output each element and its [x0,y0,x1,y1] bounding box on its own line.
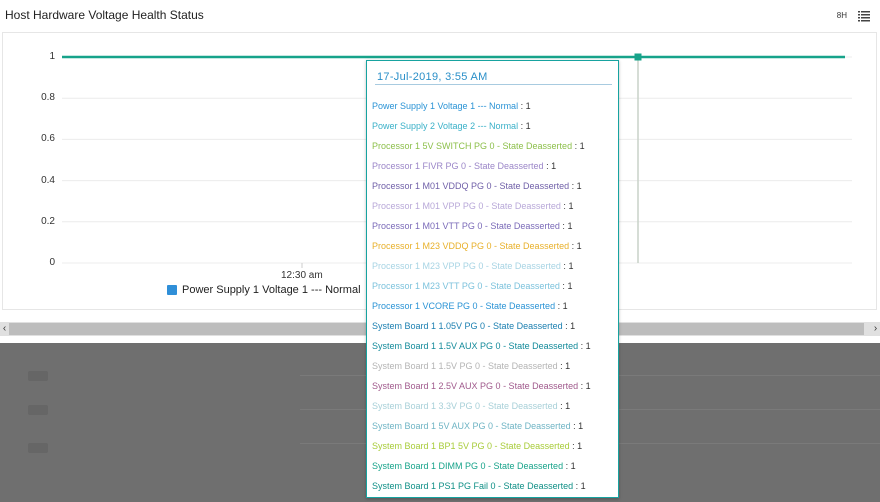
tooltip-row-value: 1 [567,221,573,231]
tooltip-row-separator: : [570,421,579,431]
tooltip-divider [375,84,612,85]
tooltip-row-separator: : [555,301,563,311]
tooltip-row-separator: : [518,101,526,111]
tooltip-row-label: System Board 1 BP1 5V PG 0 - State Deass… [372,441,570,451]
tooltip-row: Processor 1 M23 VTT PG 0 - State Deasser… [372,281,572,291]
tooltip-row-value: 1 [525,121,531,131]
tooltip-row-label: System Board 1 DIMM PG 0 - State Deasser… [372,461,564,471]
tooltip-row: System Board 1 PS1 PG Fail 0 - State Dea… [372,481,586,491]
tooltip-row-value: 1 [579,141,585,151]
tooltip-row-separator: : [578,341,586,351]
tooltip-row-value: 1 [568,261,574,271]
tooltip-row-value: 1 [585,381,591,391]
scroll-left-icon[interactable]: ‹ [0,322,9,336]
tooltip-row-value: 1 [570,321,576,331]
tooltip-row-value: 1 [551,161,557,171]
tooltip-row-value: 1 [565,361,571,371]
tooltip-row-label: Processor 1 M23 VPP PG 0 - State Deasser… [372,261,561,271]
tooltip-row-value: 1 [525,101,531,111]
tooltip-row: Processor 1 M01 VPP PG 0 - State Deasser… [372,201,573,211]
background-item [28,443,48,453]
tooltip-row-label: System Board 1 5V AUX PG 0 - State Deass… [372,421,571,431]
y-tick-label: 1 [49,51,55,62]
y-tick-label: 0 [49,257,55,268]
tooltip-row: System Board 1 3.3V PG 0 - State Deasser… [372,401,570,411]
tooltip-row: Processor 1 M01 VTT PG 0 - State Deasser… [372,221,572,231]
tooltip-row-separator: : [573,481,581,491]
tooltip-row-label: System Board 1 PS1 PG Fail 0 - State Dea… [372,481,574,491]
tooltip-row-separator: : [569,441,578,451]
y-tick-label: 0.8 [41,92,55,104]
tooltip-row-label: Processor 1 5V SWITCH PG 0 - State Deass… [372,141,573,151]
tooltip-row: System Board 1 DIMM PG 0 - State Deasser… [372,461,576,471]
tooltip-row: Processor 1 FIVR PG 0 - State Deasserted… [372,161,556,171]
tooltip-row-label: System Board 1 2.5V AUX PG 0 - State Dea… [372,381,579,391]
tooltip-row-label: System Board 1 3.3V PG 0 - State Deasser… [372,401,558,411]
tooltip-row-value: 1 [567,281,573,291]
y-tick-label: 0.4 [41,174,55,186]
tooltip-row-label: Processor 1 M23 VDDQ PG 0 - State Deasse… [372,241,570,251]
tooltip-row-label: Processor 1 M01 VTT PG 0 - State Deasser… [372,221,560,231]
x-tick-label: 12:30 am [281,270,323,281]
legend-label: Power Supply 1 Voltage 1 --- Normal [182,284,361,296]
tooltip-row-label: Processor 1 FIVR PG 0 - State Deasserted [372,161,544,171]
tooltip-row: System Board 1 BP1 5V PG 0 - State Deass… [372,441,582,451]
tooltip-row-separator: : [563,461,571,471]
scroll-right-icon[interactable]: › [871,322,880,336]
tooltip-row: System Board 1 5V AUX PG 0 - State Deass… [372,421,583,431]
tooltip-row: System Board 1 1.5V PG 0 - State Deasser… [372,361,570,371]
chart-legend[interactable]: Power Supply 1 Voltage 1 --- Normal [167,284,361,296]
tooltip-row: Power Supply 2 Voltage 2 --- Normal : 1 [372,121,531,131]
tooltip-row: System Board 1 1.05V PG 0 - State Deasse… [372,321,575,331]
tooltip-row-separator: : [518,121,526,131]
tooltip-row-value: 1 [577,441,583,451]
tooltip-row: Processor 1 M23 VPP PG 0 - State Deasser… [372,261,573,271]
background-item [28,371,48,381]
tooltip-row: Processor 1 M01 VDDQ PG 0 - State Deasse… [372,181,582,191]
legend-swatch [167,285,177,295]
tooltip-row-separator: : [543,161,552,171]
tooltip-row-value: 1 [578,421,584,431]
tooltip-row-separator: : [572,141,580,151]
tooltip-row: System Board 1 2.5V AUX PG 0 - State Dea… [372,381,591,391]
tooltip-row-value: 1 [565,401,571,411]
tooltip-row-value: 1 [562,301,568,311]
tooltip-row: Processor 1 5V SWITCH PG 0 - State Deass… [372,141,585,151]
tooltip-row-label: System Board 1 1.5V PG 0 - State Deasser… [372,361,558,371]
tooltip-row-value: 1 [576,181,582,191]
tooltip-row-label: Power Supply 1 Voltage 1 --- Normal [372,101,519,111]
tooltip-row-separator: : [562,321,571,331]
tooltip-date: 17-Jul-2019, 3:55 AM [377,71,488,83]
y-tick-label: 0.6 [41,133,55,145]
tooltip-row: System Board 1 1.5V AUX PG 0 - State Dea… [372,341,591,351]
tooltip-row-value: 1 [568,201,574,211]
y-tick-label: 0.2 [41,215,55,227]
tooltip-row-separator: : [578,381,586,391]
tooltip-row-label: Processor 1 M01 VDDQ PG 0 - State Deasse… [372,181,570,191]
tooltip-row: Processor 1 VCORE PG 0 - State Deasserte… [372,301,568,311]
background-item [28,405,48,415]
tooltip-row-value: 1 [576,241,582,251]
tooltip-row: Power Supply 1 Voltage 1 --- Normal : 1 [372,101,531,111]
tooltip-row-label: Processor 1 VCORE PG 0 - State Deasserte… [372,301,556,311]
tooltip-row-label: System Board 1 1.5V AUX PG 0 - State Dea… [372,341,579,351]
hover-point[interactable] [634,53,642,61]
tooltip-row-label: System Board 1 1.05V PG 0 - State Deasse… [372,321,563,331]
tooltip-row-label: Processor 1 M23 VTT PG 0 - State Deasser… [372,281,560,291]
tooltip-row-value: 1 [580,481,586,491]
tooltip-row-separator: : [569,181,577,191]
tooltip-row-label: Power Supply 2 Voltage 2 --- Normal [372,121,519,131]
tooltip-row: Processor 1 M23 VDDQ PG 0 - State Deasse… [372,241,582,251]
tooltip-row-label: Processor 1 M01 VPP PG 0 - State Deasser… [372,201,561,211]
tooltip-row-separator: : [557,401,566,411]
tooltip-row-separator: : [557,361,566,371]
chart-tooltip: 17-Jul-2019, 3:55 AM Power Supply 1 Volt… [366,60,619,498]
tooltip-row-value: 1 [585,341,591,351]
tooltip-row-separator: : [569,241,577,251]
tooltip-row-value: 1 [570,461,576,471]
